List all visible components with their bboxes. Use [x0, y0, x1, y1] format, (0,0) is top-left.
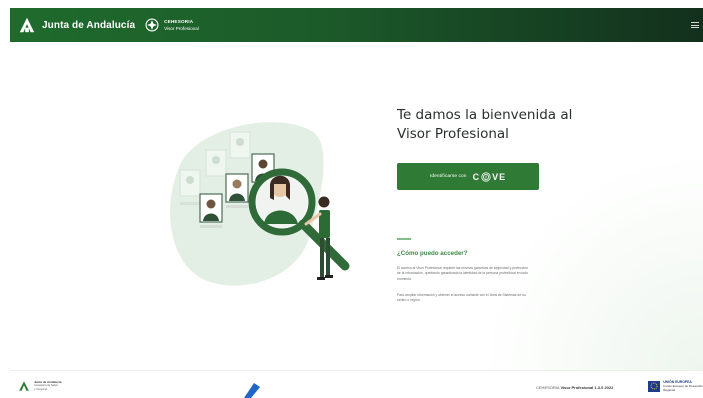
footer-version-prefix: CEHESORIA	[536, 385, 560, 390]
blue-decoration-shape	[244, 383, 260, 398]
visor-profesional-label: Visor Profesional	[164, 26, 199, 31]
section-accent-line	[397, 238, 411, 240]
eu-line-2: Fondo Europeo de Desarrollo Regional	[663, 384, 703, 392]
clave-letter-c: C	[472, 171, 481, 182]
clave-fingerprint-icon	[481, 171, 491, 182]
cehesoria-brand: CEHESORIA Visor Profesional	[164, 18, 199, 32]
clave-letters-rest: VE	[492, 171, 507, 182]
clave-logo: C VE	[473, 172, 507, 182]
how-to-access-heading: ¿Cómo puedo acceder?	[397, 250, 468, 257]
magnifier-illustration	[170, 122, 350, 286]
footer-version-text: Visor Profesional 1.3.0 2022	[560, 385, 614, 390]
cehesoria-name: CEHESORIA	[164, 19, 194, 24]
footer-divider	[10, 370, 703, 371]
eu-text: UNIÓN EUROPEA Fondo Europeo de Desarroll…	[663, 380, 703, 392]
welcome-line-2: Visor Profesional	[397, 126, 509, 142]
top-header-bar: Junta de Andalucía CEHESORIA Visor Profe…	[10, 8, 703, 42]
access-paragraph-2: Para ampliar información y obtener el ac…	[397, 293, 526, 303]
junta-a-logo-icon	[19, 381, 29, 391]
junta-brand-name[interactable]: Junta de Andalucía	[42, 20, 135, 31]
footer-version: CEHESORIA Visor Profesional 1.3.0 2022	[536, 385, 613, 390]
junta-a-logo-icon[interactable]	[18, 16, 36, 34]
footer-logo-text: Junta de Andalucía Consejería de Salud y…	[34, 380, 61, 392]
welcome-title: Te damos la bienvenida al Visor Profesio…	[397, 106, 597, 144]
welcome-line-1: Te damos la bienvenida al	[397, 107, 573, 123]
footer-logo-line-3: y Consumo	[34, 387, 48, 391]
menu-icon[interactable]	[691, 22, 699, 28]
identify-label: Identificarse con	[429, 174, 467, 179]
footer-junta-logo[interactable]: Junta de Andalucía Consejería de Salud y…	[18, 380, 61, 392]
cehesoria-logo-icon	[145, 18, 159, 32]
eu-funding-logo: UNIÓN EUROPEA Fondo Europeo de Desarroll…	[648, 380, 703, 392]
identify-with-clave-button[interactable]: Identificarse con C VE	[397, 163, 539, 190]
access-paragraph-1: El acceso al Visor Profesional requiere …	[397, 266, 529, 281]
eu-flag-icon	[648, 380, 661, 392]
